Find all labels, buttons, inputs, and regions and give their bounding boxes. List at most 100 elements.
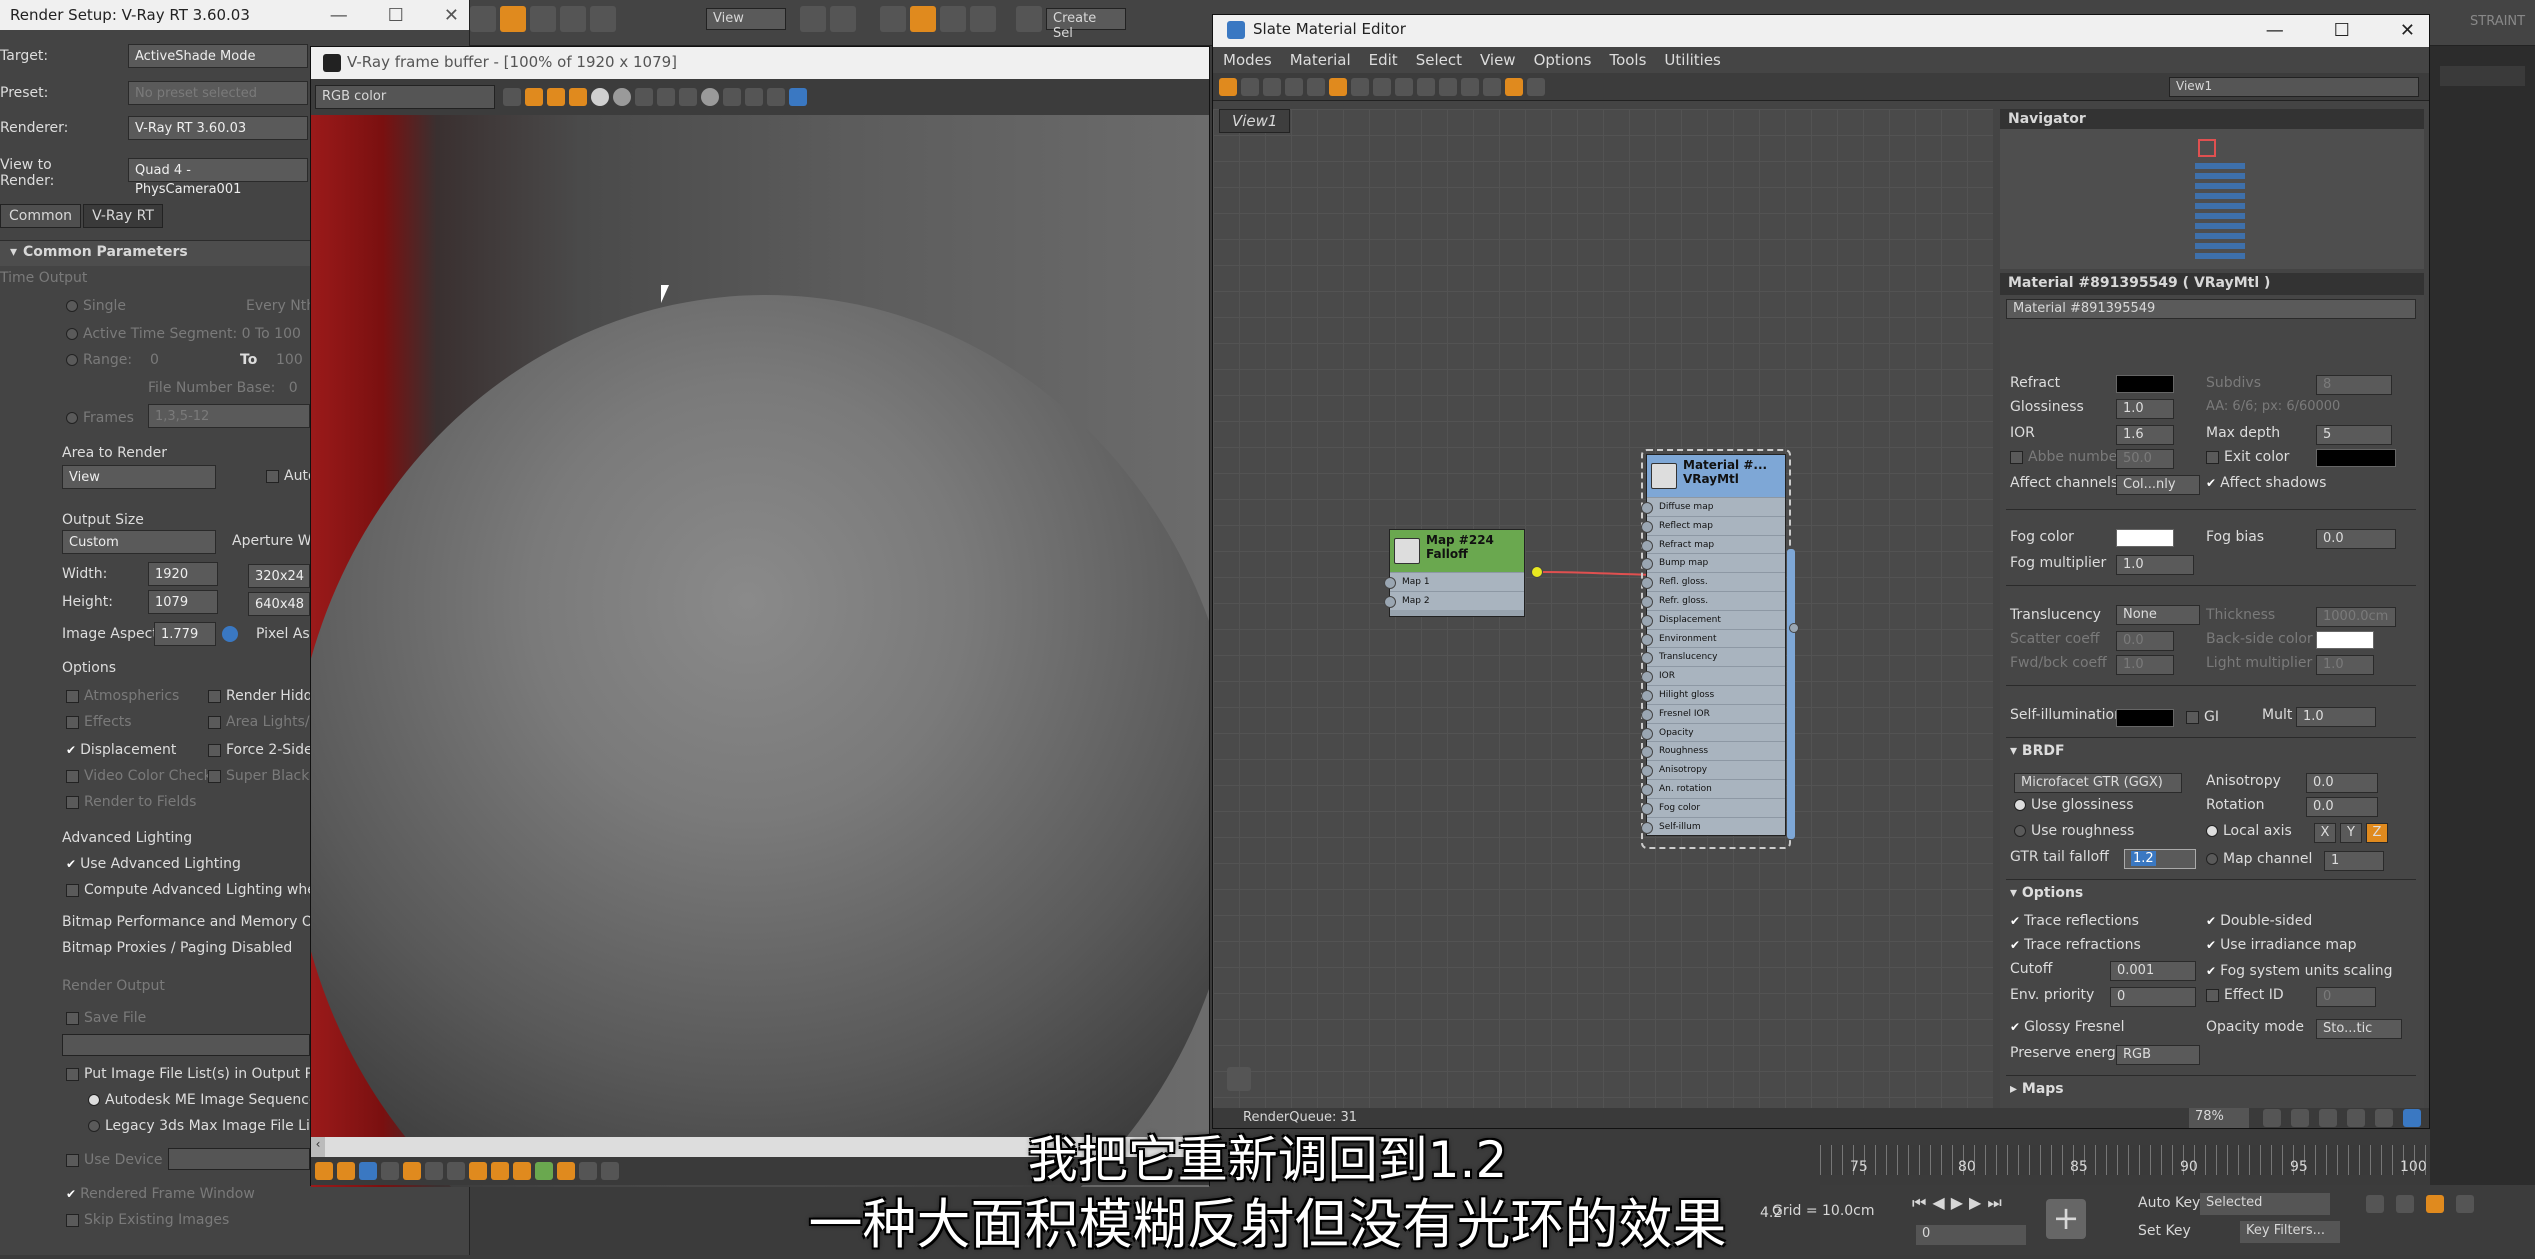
range-to[interactable]: 100 [276,352,303,368]
maps-rollout-header[interactable]: ▸ Maps [2010,1081,2064,1097]
channel-dropdown[interactable]: RGB color [315,85,495,109]
minimize-icon[interactable]: — [330,5,348,26]
close-icon[interactable]: ✕ [2400,20,2415,42]
effects-checkbox[interactable]: Effects [66,714,132,730]
single-radio[interactable]: Single [66,298,126,314]
color-channels-icon[interactable] [503,88,521,106]
subdivs-spinner[interactable]: 8 [2316,375,2392,395]
load-image-icon[interactable] [657,88,675,106]
thickness-spinner[interactable]: 1000.0cm [2316,607,2396,627]
menu-tools[interactable]: Tools [1609,51,1646,69]
node-slot[interactable]: Reflect map [1641,515,1785,535]
axis-z-button[interactable]: Z [2366,823,2388,843]
use-irradiance-map-checkbox[interactable]: Use irradiance map [2206,937,2357,953]
navigator-panel[interactable] [2000,129,2424,269]
vraymtl-node-header[interactable]: Material #... VRayMtl [1647,455,1785,497]
put-to-scene-icon[interactable] [1263,77,1281,96]
navigator-view-rect[interactable] [2198,139,2216,157]
trace-refractions-checkbox[interactable]: Trace refractions [2010,937,2141,953]
node-slot[interactable]: Translucency [1641,647,1785,666]
view-tab[interactable]: View1 [1219,109,1291,133]
node-slot[interactable]: Opacity [1641,722,1785,742]
save-file-checkbox[interactable]: Save File [66,1010,146,1026]
node-slot[interactable]: An. rotation [1641,778,1785,798]
menu-modes[interactable]: Modes [1223,51,1272,69]
hide-unused-slots-icon[interactable] [1351,77,1369,96]
video-color-check-checkbox[interactable]: Video Color Check [66,768,212,784]
axis-x-button[interactable]: X [2314,823,2336,843]
node-slot[interactable]: Roughness [1641,741,1785,760]
preset-320-button[interactable]: 320x24 [248,564,310,588]
view-to-render-dropdown[interactable]: Quad 4 - PhysCamera001 [128,158,308,197]
frames-radio[interactable]: Frames [66,410,134,426]
backside-color-swatch[interactable] [2316,631,2374,649]
show-map-in-viewport-icon[interactable] [1373,77,1391,96]
common-parameters-header[interactable]: ▾ Common Parameters [0,240,310,266]
show-background-icon[interactable] [1395,77,1413,96]
affect-shadows-checkbox[interactable]: Affect shadows [2206,475,2326,491]
link-icon[interactable] [723,88,741,106]
assign-material-icon[interactable] [1285,77,1303,96]
clear-image-icon[interactable] [679,88,697,106]
angle-snap-icon[interactable] [910,6,936,32]
node-slot[interactable]: Self-illum [1641,816,1785,836]
range-from[interactable]: 0 [150,352,159,368]
map-channel-radio[interactable]: Map channel [2206,851,2312,867]
preserve-energy-dropdown[interactable]: RGB [2116,1045,2200,1065]
layout-all-icon[interactable] [1439,77,1457,96]
render-to-fields-checkbox[interactable]: Render to Fields [66,794,196,810]
copy-icon[interactable] [767,88,785,106]
fog-color-swatch[interactable] [2116,529,2174,547]
green-channel-icon[interactable] [547,88,565,106]
place-icon[interactable] [590,6,616,32]
select-by-material-icon[interactable] [1505,77,1523,96]
displacement-checkbox[interactable]: Displacement [66,742,176,758]
area-to-render-dropdown[interactable]: View [62,465,216,489]
reference-coord-dropdown[interactable]: View [706,8,786,30]
effect-id-checkbox[interactable]: Effect ID [2206,987,2284,1003]
rotate-icon[interactable] [530,6,556,32]
view-selector-dropdown[interactable]: View1 [2169,76,2419,97]
lock-aspect-icon[interactable] [222,626,238,642]
tab-common[interactable]: Common [0,204,82,228]
node-slot[interactable]: Displacement [1641,609,1785,629]
maximize-icon[interactable]: ☐ [2334,20,2350,42]
fog-multiplier-spinner[interactable]: 1.0 [2116,555,2194,575]
vraymtl-node[interactable]: Material #... VRayMtl Diffuse map Reflect… [1641,454,1786,837]
node-slot[interactable]: Diffuse map [1641,497,1785,516]
opacity-mode-dropdown[interactable]: Sto...tic [2316,1019,2402,1039]
scale-icon[interactable] [560,6,586,32]
light-multiplier-spinner[interactable]: 1.0 [2316,655,2374,675]
anisotropy-spinner[interactable]: 0.0 [2306,773,2378,793]
env-priority-spinner[interactable]: 0 [2110,987,2196,1007]
bitmap-performance-button[interactable]: Bitmap Performance and Memory Option [62,914,349,930]
node-slot[interactable]: IOR [1641,666,1785,685]
trace-reflections-checkbox[interactable]: Trace reflections [2010,913,2139,929]
spinner-snap-icon[interactable] [970,6,996,32]
select-region-icon[interactable] [470,6,496,32]
percent-snap-icon[interactable] [940,6,966,32]
width-spinner[interactable]: 1920 [148,562,218,586]
use-roughness-radio[interactable]: Use roughness [2014,823,2134,839]
node-view[interactable]: Map #224 Falloff Map 1 Map 2 Material #.… [1213,109,1993,1114]
gi-checkbox[interactable]: GI [2186,709,2219,725]
translucency-dropdown[interactable]: None [2116,605,2200,625]
glossy-fresnel-checkbox[interactable]: Glossy Fresnel [2010,1019,2124,1035]
edit-named-sel-icon[interactable] [1016,6,1042,32]
node-slot[interactable]: Refr. gloss. [1641,590,1785,610]
renderer-dropdown[interactable]: V-Ray RT 3.60.03 [128,116,308,140]
node-slot[interactable]: Refract map [1641,534,1785,554]
layout-children-icon[interactable] [1461,77,1479,96]
maximize-icon[interactable]: ☐ [388,5,404,26]
history-icon[interactable] [789,88,807,106]
scatter-spinner[interactable]: 0.0 [2116,631,2174,651]
map-channel-spinner[interactable]: 1 [2324,851,2384,871]
menu-select[interactable]: Select [1416,51,1462,69]
close-icon[interactable]: ✕ [444,5,459,26]
preset-640-button[interactable]: 640x48 [248,592,310,616]
compute-advanced-lighting-checkbox[interactable]: Compute Advanced Lighting when Re [66,882,347,898]
select-tool-icon[interactable] [1219,77,1237,96]
minimize-icon[interactable]: — [2266,20,2284,42]
double-sided-checkbox[interactable]: Double-sided [2206,913,2312,929]
axis-y-button[interactable]: Y [2340,823,2362,843]
